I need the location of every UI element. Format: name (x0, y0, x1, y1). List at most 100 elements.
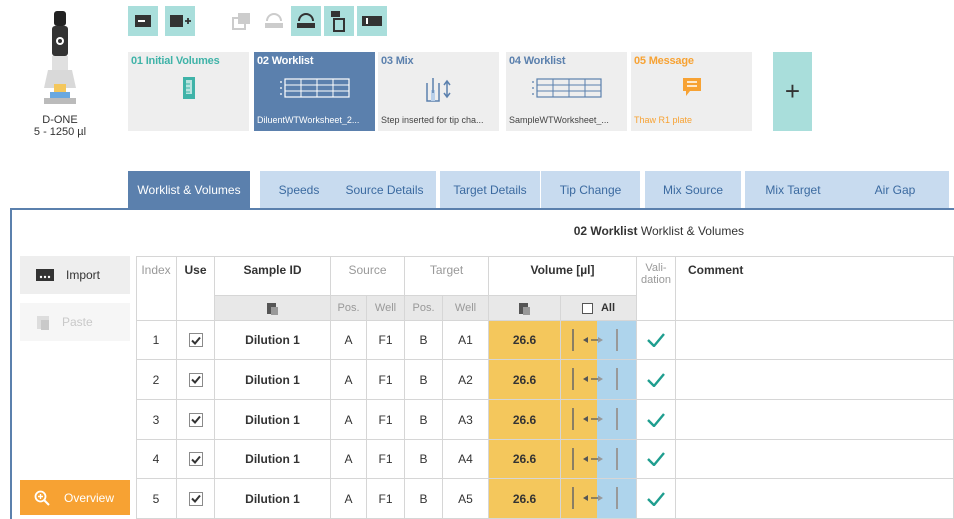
header-use: Use (177, 256, 215, 321)
cell-comment[interactable] (676, 321, 954, 360)
cell-volume[interactable]: 26.6 (489, 400, 561, 440)
tab-worklist-volumes[interactable]: Worklist & Volumes (128, 171, 250, 208)
step-title: 02 Worklist (257, 55, 314, 67)
cell-target-well[interactable]: A5 (443, 479, 489, 519)
cell-comment[interactable] (676, 360, 954, 400)
device-panel: D-ONE 5 - 1250 µl (22, 8, 98, 158)
cell-index: 1 (136, 321, 177, 360)
cell-comment[interactable] (676, 400, 954, 440)
paste-column-button[interactable] (215, 296, 331, 321)
cell-source-well[interactable]: F1 (367, 360, 405, 400)
cell-comment[interactable] (676, 440, 954, 479)
cell-target-well[interactable]: A1 (443, 321, 489, 360)
volume-slider[interactable] (561, 360, 637, 400)
use-checkbox[interactable] (188, 372, 203, 387)
tab-source-details[interactable]: Source Details (333, 171, 436, 208)
cell-source-well[interactable]: F1 (367, 321, 405, 360)
use-checkbox[interactable] (188, 412, 203, 427)
cell-volume[interactable]: 26.6 (489, 440, 561, 479)
use-checkbox[interactable] (188, 452, 203, 466)
tab-tip-change[interactable]: Tip Change (541, 171, 640, 208)
copy-icon (232, 13, 250, 30)
undo-button[interactable] (259, 6, 289, 36)
paste-icon (267, 302, 278, 315)
header-volume: Volume [µl] (489, 256, 637, 296)
cell-volume[interactable]: 26.6 (489, 321, 561, 360)
cell-target-well[interactable]: A2 (443, 360, 489, 400)
cell-target-well[interactable]: A4 (443, 440, 489, 479)
overview-button[interactable]: Overview (20, 480, 130, 515)
select-all-checkbox[interactable] (581, 302, 593, 314)
cell-source-pos[interactable]: A (331, 479, 367, 519)
header-sample-id: Sample ID (215, 256, 331, 296)
delete-step-button[interactable] (324, 6, 354, 36)
cell-target-well[interactable]: A3 (443, 400, 489, 440)
cell-source-pos[interactable]: A (331, 400, 367, 440)
redo-button[interactable] (291, 6, 321, 36)
step-card-worklist-02[interactable]: 02 Worklist DiluentWTWorksheet_2... (254, 52, 375, 131)
volume-level-graphic (561, 400, 618, 439)
volume-slider[interactable] (561, 321, 637, 360)
layout-icon (362, 16, 382, 26)
cell-sample-id[interactable]: Dilution 1 (215, 440, 331, 479)
cell-index: 3 (136, 400, 177, 440)
copy-step-button[interactable] (227, 6, 257, 36)
use-checkbox-cell[interactable] (177, 321, 215, 360)
use-checkbox-cell[interactable] (177, 479, 215, 519)
volume-slider[interactable] (561, 440, 637, 479)
volume-slider[interactable] (561, 400, 637, 440)
add-message-button[interactable] (128, 6, 158, 36)
cell-volume[interactable]: 26.6 (489, 479, 561, 519)
check-icon (647, 412, 665, 427)
use-checkbox-cell[interactable] (177, 400, 215, 440)
zoom-in-icon (34, 490, 50, 506)
add-step-card-button[interactable]: + (773, 52, 812, 131)
use-checkbox-cell[interactable] (177, 440, 215, 479)
cell-sample-id[interactable]: Dilution 1 (215, 360, 331, 400)
step-card-initial-volumes[interactable]: 01 Initial Volumes (128, 52, 249, 131)
check-icon (190, 415, 201, 424)
cell-sample-id[interactable]: Dilution 1 (215, 321, 331, 360)
tab-air-gap[interactable]: Air Gap (841, 171, 949, 208)
paste-button[interactable]: Paste (20, 303, 130, 341)
check-icon (647, 333, 665, 347)
tab-mix-source[interactable]: Mix Source (645, 171, 741, 208)
header-target: Target (405, 256, 489, 296)
cell-source-well[interactable]: F1 (367, 479, 405, 519)
tab-speeds[interactable]: Speeds (260, 171, 338, 208)
cell-target-pos[interactable]: B (405, 440, 443, 479)
cell-target-pos[interactable]: B (405, 360, 443, 400)
tab-target-details[interactable]: Target Details (440, 171, 540, 208)
step-card-message[interactable]: 05 Message Thaw R1 plate (631, 52, 752, 131)
cell-source-well[interactable]: F1 (367, 400, 405, 440)
cell-sample-id[interactable]: Dilution 1 (215, 400, 331, 440)
pipette-icon (44, 11, 76, 104)
step-card-mix[interactable]: 03 Mix Step inserted for tip cha... (378, 52, 499, 131)
use-checkbox[interactable] (188, 491, 203, 506)
cell-sample-id[interactable]: Dilution 1 (215, 479, 331, 519)
toggle-view-button[interactable] (357, 6, 387, 36)
step-plus-icon (170, 15, 191, 27)
add-step-button[interactable] (165, 6, 195, 36)
subheader-target-well: Well (443, 296, 489, 321)
check-icon (190, 455, 201, 464)
use-checkbox[interactable] (188, 333, 203, 347)
cell-target-pos[interactable]: B (405, 479, 443, 519)
import-button[interactable]: Import (20, 256, 130, 294)
select-all-toggle[interactable]: All (561, 296, 637, 321)
cell-comment[interactable] (676, 479, 954, 519)
cell-source-pos[interactable]: A (331, 360, 367, 400)
cell-source-pos[interactable]: A (331, 440, 367, 479)
cell-source-well[interactable]: F1 (367, 440, 405, 479)
tab-mix-target[interactable]: Mix Target (745, 171, 841, 208)
paste-volume-button[interactable] (489, 296, 561, 321)
cell-source-pos[interactable]: A (331, 321, 367, 360)
volume-slider[interactable] (561, 479, 637, 519)
step-card-worklist-04[interactable]: 04 Worklist SampleWTWorksheet_... (506, 52, 627, 131)
cell-target-pos[interactable]: B (405, 321, 443, 360)
cell-volume[interactable]: 26.6 (489, 360, 561, 400)
paste-icon (519, 302, 530, 315)
cell-target-pos[interactable]: B (405, 400, 443, 440)
use-checkbox-cell[interactable] (177, 360, 215, 400)
subheader-target-pos: Pos. (405, 296, 443, 321)
